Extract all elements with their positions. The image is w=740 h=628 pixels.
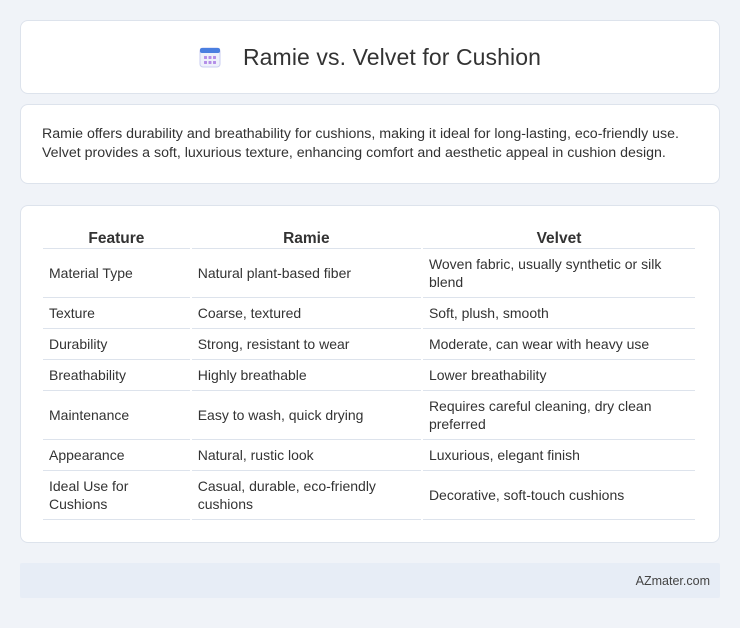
cell-velvet: Woven fabric, usually synthetic or silk …: [422, 249, 695, 298]
cell-feature: Breathability: [43, 360, 190, 391]
cell-ramie: Casual, durable, eco-friendly cushions: [191, 471, 421, 520]
cell-feature: Ideal Use for Cushions: [43, 471, 190, 520]
cell-velvet: Luxurious, elegant finish: [422, 440, 695, 471]
cell-ramie: Highly breathable: [191, 360, 421, 391]
footer-site-link[interactable]: AZmater.com: [636, 574, 710, 588]
header-feature: Feature: [43, 228, 190, 249]
cell-velvet: Lower breathability: [422, 360, 695, 391]
summary-text: Ramie offers durability and breathabilit…: [42, 126, 679, 161]
cell-feature: Material Type: [43, 249, 190, 298]
title-wrap: Ramie vs. Velvet for Cushion: [199, 44, 541, 71]
table-row: Appearance Natural, rustic look Luxuriou…: [43, 440, 695, 471]
header-velvet: Velvet: [422, 228, 695, 249]
cell-feature: Maintenance: [43, 391, 190, 440]
cell-ramie: Easy to wash, quick drying: [191, 391, 421, 440]
comparison-card: Feature Ramie Velvet Material Type Natur…: [20, 205, 720, 543]
summary-card: Ramie offers durability and breathabilit…: [20, 104, 720, 184]
table-row: Maintenance Easy to wash, quick drying R…: [43, 391, 695, 440]
table-row: Material Type Natural plant-based fiber …: [43, 249, 695, 298]
table-row: Breathability Highly breathable Lower br…: [43, 360, 695, 391]
cell-feature: Texture: [43, 298, 190, 329]
title-card: Ramie vs. Velvet for Cushion: [20, 20, 720, 94]
cell-feature: Appearance: [43, 440, 190, 471]
table-row: Texture Coarse, textured Soft, plush, sm…: [43, 298, 695, 329]
page-title: Ramie vs. Velvet for Cushion: [242, 43, 542, 70]
footer: AZmater.com: [20, 563, 720, 598]
cell-feature: Durability: [43, 329, 190, 360]
cell-ramie: Natural plant-based fiber: [191, 249, 421, 298]
table-header-row: Feature Ramie Velvet: [43, 228, 695, 249]
header-ramie: Ramie: [191, 228, 421, 249]
table-row: Durability Strong, resistant to wear Mod…: [43, 329, 695, 360]
cell-velvet: Moderate, can wear with heavy use: [422, 329, 695, 360]
calendar-icon: [199, 46, 221, 68]
cell-ramie: Coarse, textured: [191, 298, 421, 329]
table-row: Ideal Use for Cushions Casual, durable, …: [43, 471, 695, 520]
cell-ramie: Natural, rustic look: [191, 440, 421, 471]
cell-velvet: Soft, plush, smooth: [422, 298, 695, 329]
comparison-table: Feature Ramie Velvet Material Type Natur…: [41, 228, 697, 520]
cell-velvet: Requires careful cleaning, dry clean pre…: [422, 391, 695, 440]
cell-ramie: Strong, resistant to wear: [191, 329, 421, 360]
cell-velvet: Decorative, soft-touch cushions: [422, 471, 695, 520]
